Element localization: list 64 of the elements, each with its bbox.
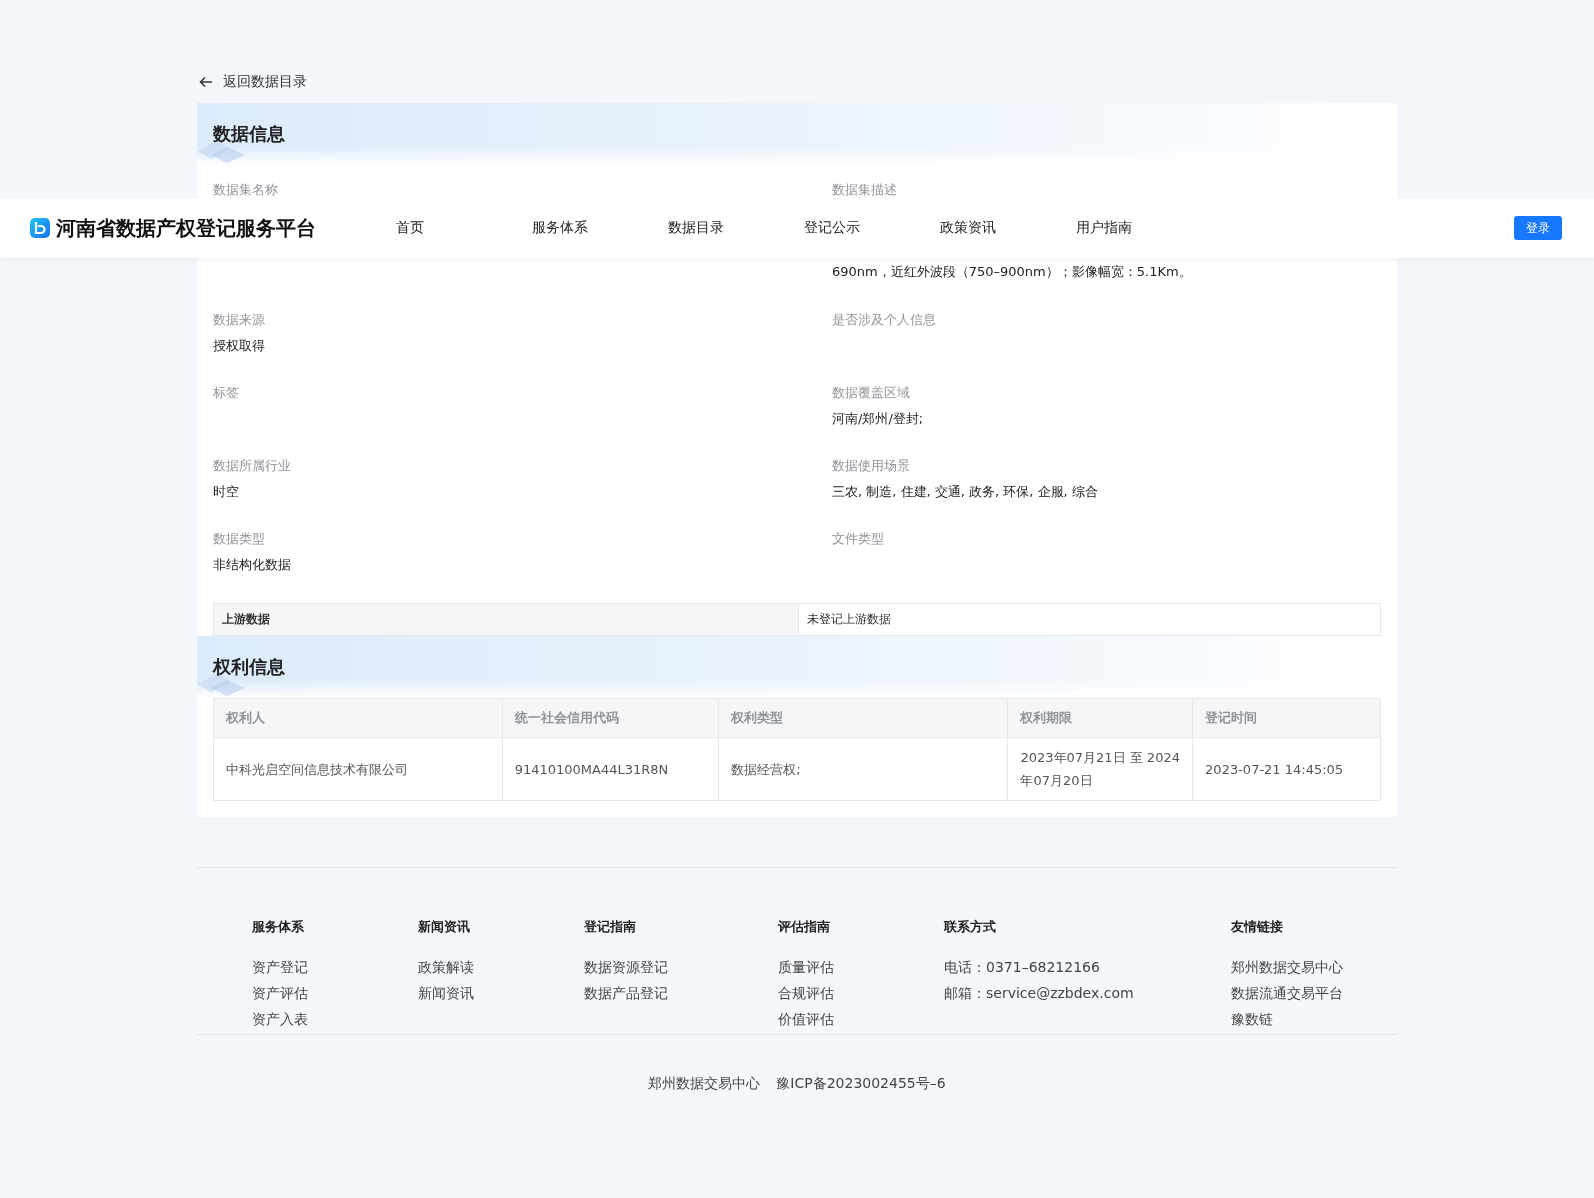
field-label: 数据类型 (213, 530, 266, 548)
table-cell: 2023年07月21日 至 2024年07月20日 (1007, 737, 1193, 801)
footer-link[interactable]: 数据产品登记 (584, 984, 778, 1002)
copyright-text: 郑州数据交易中心 (648, 1075, 761, 1093)
site-title: 河南省数据产权登记服务平台 (56, 214, 316, 242)
field-label: 文件类型 (832, 530, 885, 548)
field-value: 授权取得 (213, 337, 266, 355)
nav-link[interactable]: 首页 (396, 219, 532, 237)
footer-link[interactable]: 价值评估 (778, 1010, 944, 1028)
field-value: 690nm，近红外波段（750–900nm）；影像幅宽：5.1Km。 (832, 263, 1193, 281)
column-header: 权利人 (213, 698, 503, 738)
footer-link[interactable]: 质量评估 (778, 958, 944, 976)
field-value: 时空 (213, 483, 240, 501)
section-title: 权利信息 (213, 655, 285, 679)
table-cell: 数据经营权; (718, 737, 1008, 801)
section-title: 数据信息 (213, 122, 285, 146)
field-value: 非结构化数据 (213, 556, 292, 574)
footer-link[interactable]: 郑州数据交易中心 (1231, 958, 1343, 976)
footer-link[interactable]: 资产登记 (252, 958, 418, 976)
footer-link[interactable]: 新闻资讯 (418, 984, 584, 1002)
column-header: 权利类型 (718, 698, 1008, 738)
footer-link[interactable]: 豫数链 (1231, 1010, 1343, 1028)
nav-link[interactable]: 服务体系 (532, 219, 668, 237)
footer-link[interactable]: 邮箱：service@zzbdex.com (944, 984, 1231, 1002)
nav-link[interactable]: 数据目录 (668, 219, 804, 237)
login-button[interactable]: 登录 (1514, 216, 1562, 240)
field-value: 三农, 制造, 住建, 交通, 政务, 环保, 企服, 综合 (832, 483, 1099, 501)
footer-link[interactable]: 政策解读 (418, 958, 584, 976)
footer-heading: 新闻资讯 (418, 918, 471, 936)
footer-link[interactable]: 资产评估 (252, 984, 418, 1002)
footer-heading: 登记指南 (584, 918, 637, 936)
copyright-text: 豫ICP备2023002455号–6 (776, 1075, 946, 1093)
footer-link[interactable]: 合规评估 (778, 984, 944, 1002)
column-header: 统一社会信用代码 (502, 698, 719, 738)
table-cell: 中科光启空间信息技术有限公司 (213, 737, 503, 801)
nav-link[interactable]: 登记公示 (804, 219, 940, 237)
field-value: 河南/郑州/登封; (832, 410, 925, 428)
field-label: 数据使用场景 (832, 457, 911, 475)
field-label: 数据覆盖区域 (832, 384, 911, 402)
footer-heading: 联系方式 (944, 918, 997, 936)
nav-link[interactable]: 政策资讯 (940, 219, 1076, 237)
logo-icon (30, 218, 50, 238)
arrow-left-icon (199, 76, 213, 88)
column-header: 登记时间 (1192, 698, 1381, 738)
column-header: 权利期限 (1007, 698, 1193, 738)
field-label: 数据集描述 (832, 181, 898, 199)
footer-link[interactable]: 资产入表 (252, 1010, 418, 1028)
nav-link[interactable]: 用户指南 (1076, 219, 1212, 237)
footer-link[interactable]: 电话：0371–68212166 (944, 958, 1231, 976)
footer-heading: 评估指南 (778, 918, 831, 936)
table-cell: 2023-07-21 14:45:05 (1192, 737, 1381, 801)
back-link[interactable]: 返回数据目录 (199, 70, 307, 94)
footer-heading: 服务体系 (252, 918, 305, 936)
table-header-cell: 上游数据 (214, 604, 799, 635)
footer-heading: 友情链接 (1231, 918, 1284, 936)
field-label: 数据所属行业 (213, 457, 292, 475)
footer-link[interactable]: 数据资源登记 (584, 958, 778, 976)
table-cell-text: 未登记上游数据 (806, 611, 891, 628)
field-label: 数据集名称 (213, 181, 279, 199)
field-label: 数据来源 (213, 311, 266, 329)
field-label: 标签 (213, 384, 240, 402)
table-cell: 91410100MA44L31R8N (502, 737, 719, 801)
field-label: 是否涉及个人信息 (832, 311, 937, 329)
footer-link[interactable]: 数据流通交易平台 (1231, 984, 1343, 1002)
